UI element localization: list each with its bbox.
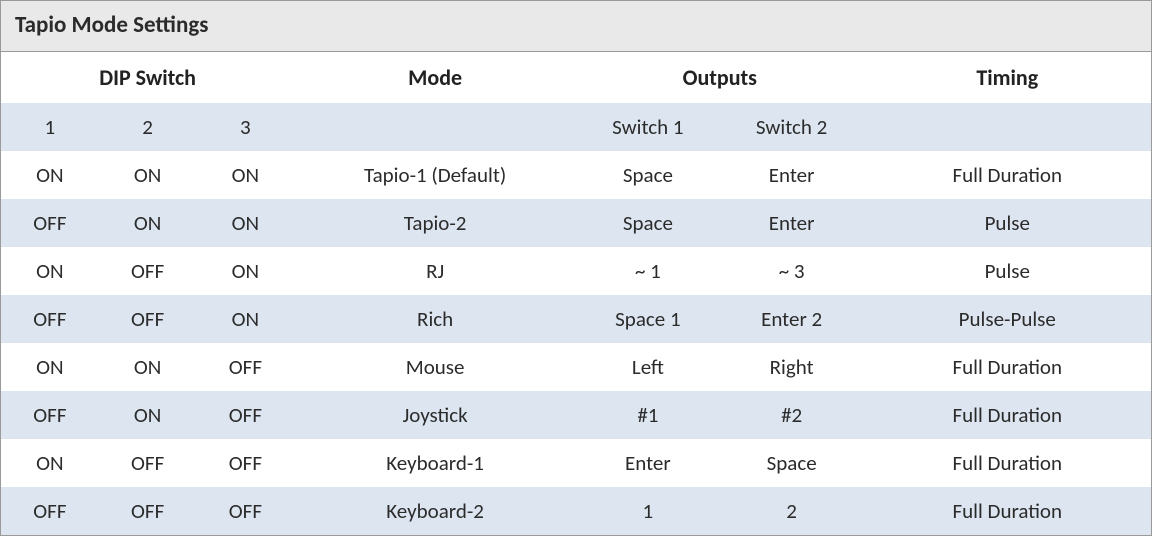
- cell-d3: OFF: [197, 391, 295, 439]
- table-row: OFF OFF OFF Keyboard-2 1 2 Full Duration: [1, 487, 1151, 535]
- cell-out2: Right: [720, 343, 864, 391]
- cell-mode: Joystick: [294, 391, 576, 439]
- table-row: OFF OFF ON Rich Space 1 Enter 2 Pulse-Pu…: [1, 295, 1151, 343]
- panel-title: Tapio Mode Settings: [1, 0, 1151, 52]
- cell-d2: OFF: [99, 439, 197, 487]
- cell-out2: Enter: [720, 151, 864, 199]
- cell-d3: ON: [197, 199, 295, 247]
- cell-out1: Enter: [576, 439, 720, 487]
- table-row: OFF ON ON Tapio-2 Space Enter Pulse: [1, 199, 1151, 247]
- cell-timing: Pulse: [864, 199, 1152, 247]
- cell-d3: ON: [197, 151, 295, 199]
- cell-d3: OFF: [197, 343, 295, 391]
- cell-d3: OFF: [197, 487, 295, 535]
- header-row: DIP Switch Mode Outputs Timing: [1, 52, 1151, 103]
- cell-d1: OFF: [1, 487, 99, 535]
- cell-d3: ON: [197, 247, 295, 295]
- cell-mode: Rich: [294, 295, 576, 343]
- cell-out2: Space: [720, 439, 864, 487]
- cell-d2: OFF: [99, 247, 197, 295]
- subheader-out2: Switch 2: [720, 103, 864, 151]
- cell-d1: OFF: [1, 295, 99, 343]
- tapio-mode-settings-panel: Tapio Mode Settings DIP Switch Mode Outp…: [0, 0, 1152, 536]
- tapio-mode-table: DIP Switch Mode Outputs Timing 1 2 3 Swi…: [1, 52, 1151, 535]
- cell-out1: ~ 1: [576, 247, 720, 295]
- cell-out1: #1: [576, 391, 720, 439]
- cell-out1: Left: [576, 343, 720, 391]
- cell-timing: Pulse-Pulse: [864, 295, 1152, 343]
- subheader-timing: [864, 103, 1152, 151]
- subheader-row: 1 2 3 Switch 1 Switch 2: [1, 103, 1151, 151]
- cell-d1: OFF: [1, 391, 99, 439]
- cell-out1: Space: [576, 151, 720, 199]
- subheader-d2: 2: [99, 103, 197, 151]
- cell-d2: ON: [99, 199, 197, 247]
- cell-out2: #2: [720, 391, 864, 439]
- cell-d1: OFF: [1, 199, 99, 247]
- cell-timing: Full Duration: [864, 151, 1152, 199]
- table-row: ON OFF OFF Keyboard-1 Enter Space Full D…: [1, 439, 1151, 487]
- cell-mode: Mouse: [294, 343, 576, 391]
- table-row: ON OFF ON RJ ~ 1 ~ 3 Pulse: [1, 247, 1151, 295]
- table-row: ON ON ON Tapio-1 (Default) Space Enter F…: [1, 151, 1151, 199]
- cell-d1: ON: [1, 439, 99, 487]
- cell-timing: Full Duration: [864, 391, 1152, 439]
- table-row: OFF ON OFF Joystick #1 #2 Full Duration: [1, 391, 1151, 439]
- cell-mode: Tapio-2: [294, 199, 576, 247]
- cell-mode: Keyboard-2: [294, 487, 576, 535]
- header-mode: Mode: [294, 52, 576, 103]
- subheader-out1: Switch 1: [576, 103, 720, 151]
- cell-d1: ON: [1, 247, 99, 295]
- cell-mode: Keyboard-1: [294, 439, 576, 487]
- header-outputs: Outputs: [576, 52, 864, 103]
- cell-d1: ON: [1, 151, 99, 199]
- cell-out1: Space: [576, 199, 720, 247]
- cell-timing: Full Duration: [864, 487, 1152, 535]
- cell-d3: OFF: [197, 439, 295, 487]
- cell-out2: Enter: [720, 199, 864, 247]
- table-row: ON ON OFF Mouse Left Right Full Duration: [1, 343, 1151, 391]
- cell-out1: 1: [576, 487, 720, 535]
- cell-timing: Pulse: [864, 247, 1152, 295]
- cell-d2: OFF: [99, 295, 197, 343]
- cell-out2: ~ 3: [720, 247, 864, 295]
- cell-d2: OFF: [99, 487, 197, 535]
- cell-mode: RJ: [294, 247, 576, 295]
- header-dip-switch: DIP Switch: [1, 52, 294, 103]
- cell-mode: Tapio-1 (Default): [294, 151, 576, 199]
- cell-out2: Enter 2: [720, 295, 864, 343]
- cell-out2: 2: [720, 487, 864, 535]
- cell-d3: ON: [197, 295, 295, 343]
- header-timing: Timing: [864, 52, 1152, 103]
- cell-d2: ON: [99, 151, 197, 199]
- cell-d2: ON: [99, 391, 197, 439]
- cell-timing: Full Duration: [864, 343, 1152, 391]
- cell-timing: Full Duration: [864, 439, 1152, 487]
- cell-d2: ON: [99, 343, 197, 391]
- subheader-d3: 3: [197, 103, 295, 151]
- cell-out1: Space 1: [576, 295, 720, 343]
- subheader-d1: 1: [1, 103, 99, 151]
- subheader-mode: [294, 103, 576, 151]
- cell-d1: ON: [1, 343, 99, 391]
